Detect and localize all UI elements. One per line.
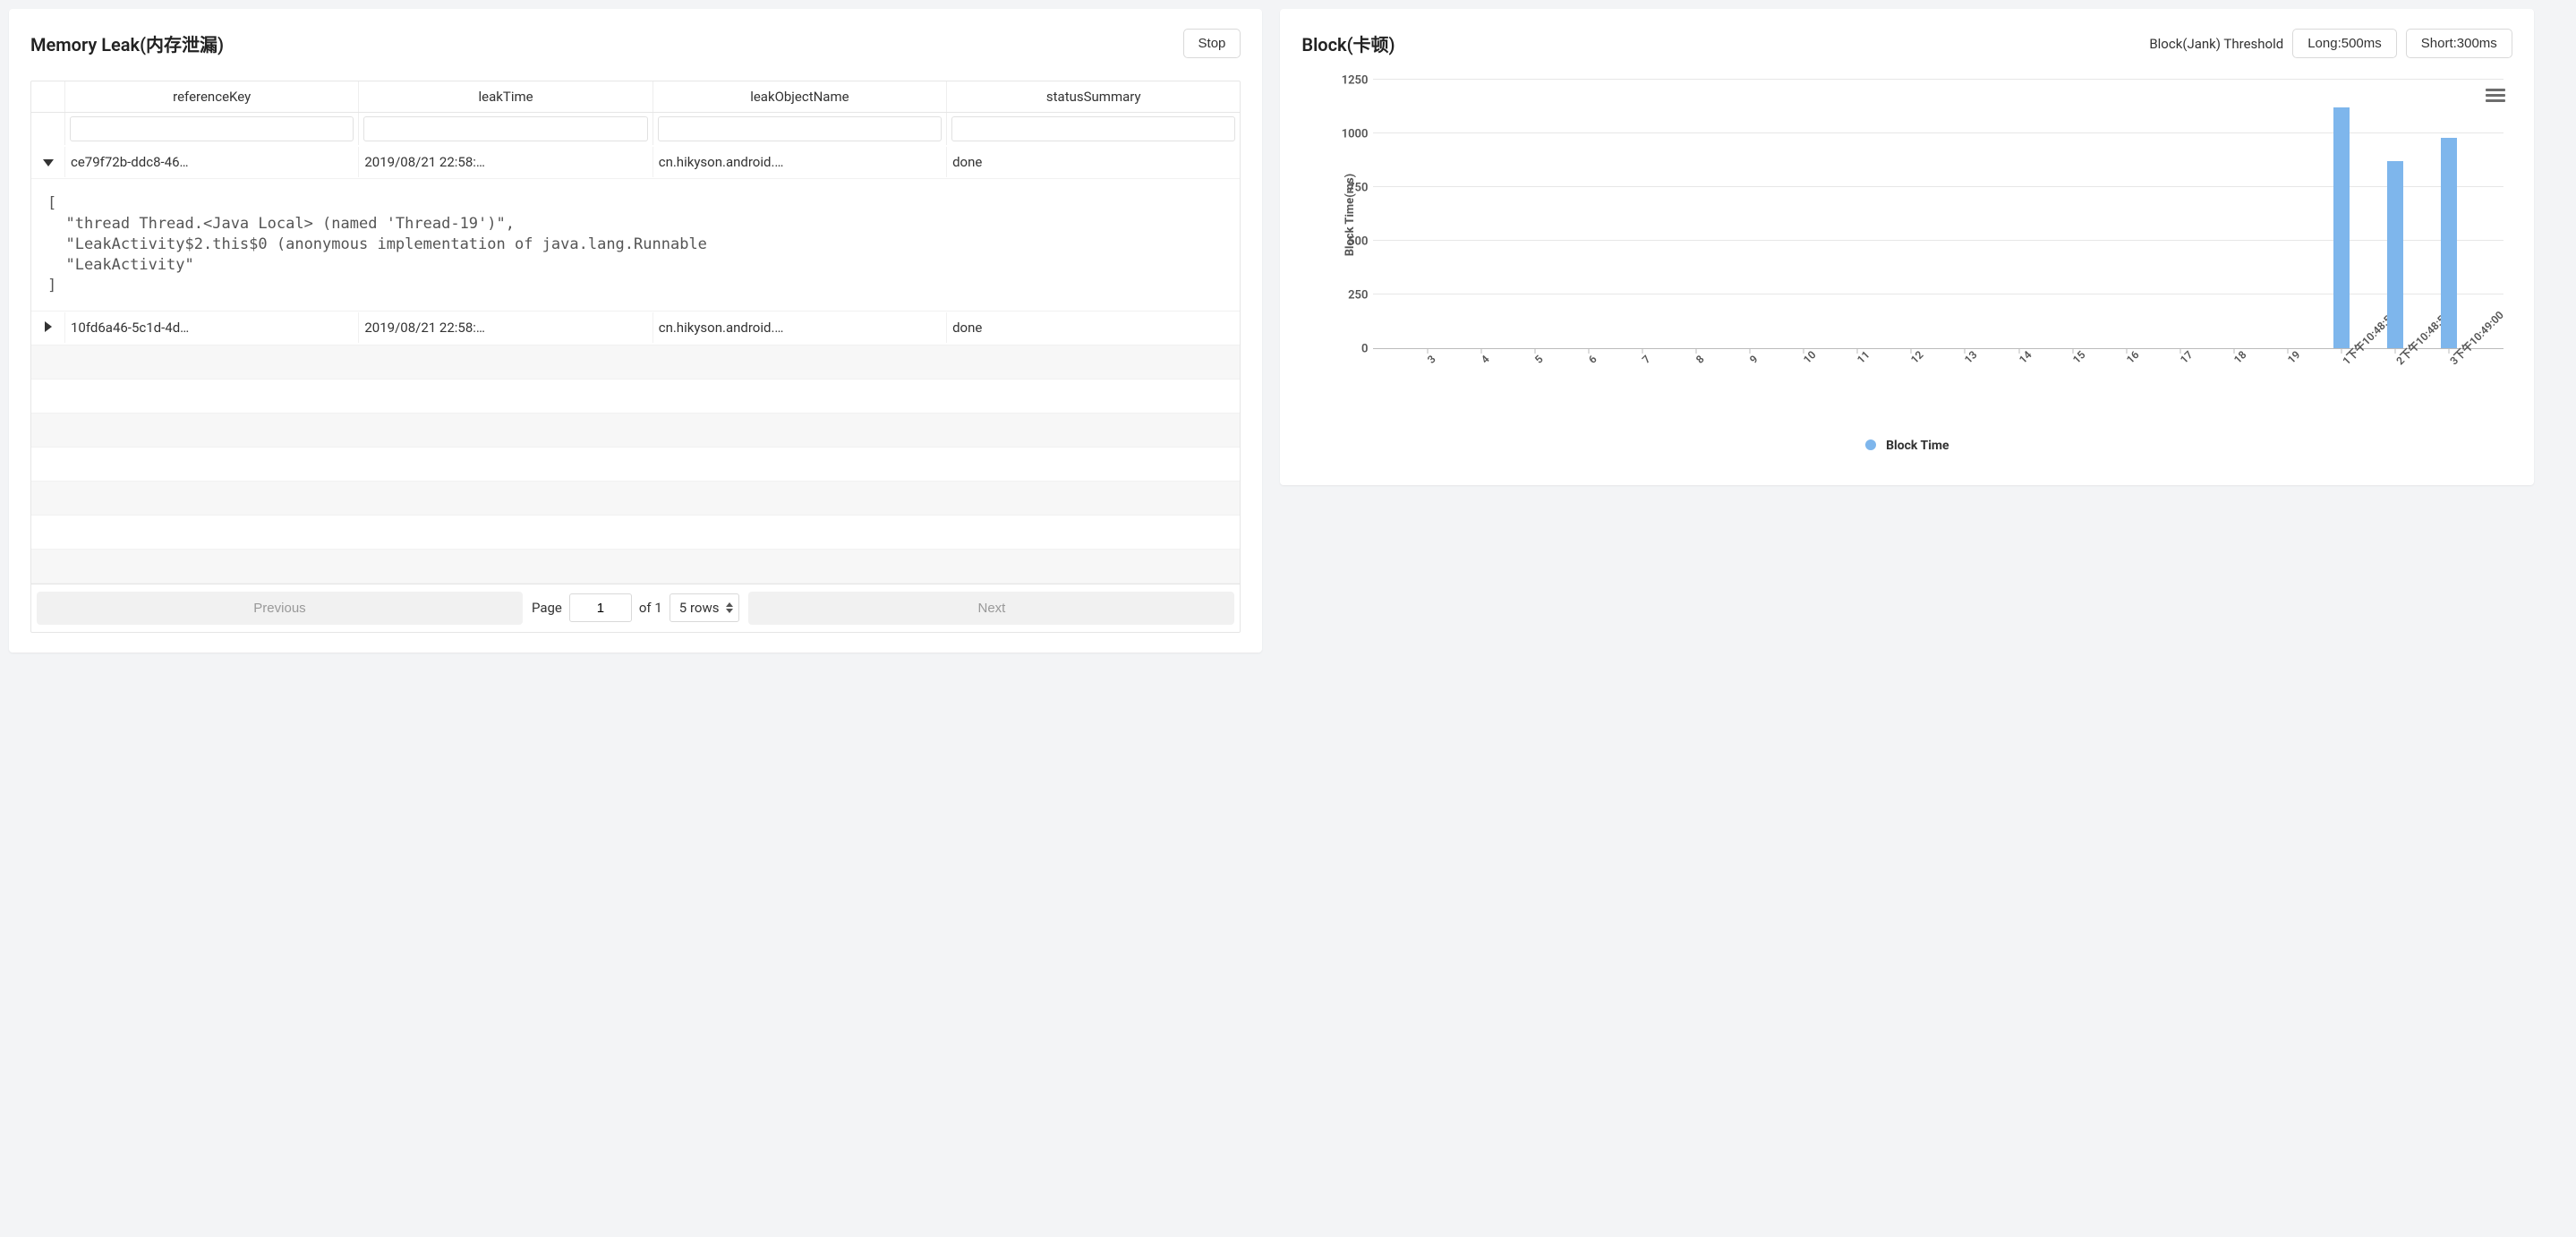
- block-chart: Block Time(ms) 025050075010001250 345678…: [1301, 81, 2512, 465]
- filter-referenceKey-cell: [65, 113, 359, 145]
- memory-leak-title: Memory Leak(内存泄漏): [30, 30, 224, 56]
- x-tick-label: 5: [1532, 353, 1546, 366]
- table-row: 10fd6a46-5c1d-4d…2019/08/21 22:58:…cn.hi…: [31, 311, 1240, 346]
- bar[interactable]: [2333, 107, 2350, 348]
- column-header-leakObjectName[interactable]: leakObjectName: [653, 81, 947, 112]
- cell-statusSummary: done: [947, 147, 1240, 177]
- row-expanded-detail: [ "thread Thread.<Java Local> (named 'Th…: [31, 179, 1240, 311]
- cell-leakObjectName: cn.hikyson.android.…: [653, 312, 947, 343]
- threshold-short-button[interactable]: Short:300ms: [2406, 29, 2512, 58]
- gridline: [1373, 79, 2503, 80]
- filter-expander-spacer: [31, 113, 65, 145]
- y-axis: 025050075010001250: [1328, 81, 1373, 349]
- table-row-empty: [31, 482, 1240, 516]
- block-title: Block(卡顿): [1301, 30, 1395, 56]
- y-tick-label: 750: [1348, 182, 1368, 195]
- cell-referenceKey: 10fd6a46-5c1d-4d…: [65, 312, 359, 343]
- page-of-label: of 1: [639, 600, 662, 616]
- y-tick-label: 0: [1361, 343, 1368, 356]
- table-row-empty: [31, 380, 1240, 414]
- column-header-expander: [31, 81, 65, 112]
- stop-button[interactable]: Stop: [1183, 29, 1241, 58]
- leak-trace-text: [ "thread Thread.<Java Local> (named 'Th…: [31, 179, 1240, 311]
- select-caret-icon: [726, 602, 733, 613]
- x-tick: [2018, 348, 2019, 354]
- row-expander[interactable]: [31, 312, 65, 343]
- page-indicator: Page of 1 5 rows: [532, 593, 740, 622]
- plot: 3456789101112131415161718191下午10:48:532下…: [1373, 81, 2503, 349]
- x-tick-label: 4: [1479, 353, 1492, 366]
- memory-leak-table: referenceKey leakTime leakObjectName sta…: [30, 81, 1241, 633]
- threshold-long-button[interactable]: Long:500ms: [2292, 29, 2397, 58]
- filter-referenceKey-input[interactable]: [70, 116, 354, 141]
- y-tick-label: 1250: [1342, 74, 1369, 88]
- cell-leakObjectName: cn.hikyson.android.…: [653, 147, 947, 177]
- x-tick-label: 3: [1425, 353, 1438, 366]
- page-number-input[interactable]: [569, 593, 632, 622]
- column-header-statusSummary[interactable]: statusSummary: [947, 81, 1240, 112]
- rows-select-value: 5 rows: [679, 600, 720, 616]
- memory-leak-header: Memory Leak(内存泄漏) Stop: [30, 29, 1241, 58]
- x-tick-label: 7: [1640, 353, 1653, 366]
- cell-leakTime: 2019/08/21 22:58:…: [359, 312, 653, 343]
- table-body: ce79f72b-ddc8-46…2019/08/21 22:58:…cn.hi…: [31, 145, 1240, 584]
- x-tick-label: 8: [1693, 353, 1707, 366]
- filter-leakTime-cell: [359, 113, 653, 145]
- table-row: ce79f72b-ddc8-46…2019/08/21 22:58:…cn.hi…: [31, 145, 1240, 179]
- chevron-down-icon: [43, 159, 54, 166]
- filter-leakObjectName-cell: [653, 113, 947, 145]
- filter-statusSummary-input[interactable]: [951, 116, 1235, 141]
- previous-page-button[interactable]: Previous: [37, 592, 523, 625]
- row-expander[interactable]: [31, 147, 65, 177]
- bar[interactable]: [2441, 138, 2457, 348]
- y-tick-label: 1000: [1342, 128, 1369, 141]
- threshold-label: Block(Jank) Threshold: [2149, 36, 2283, 52]
- y-tick-label: 500: [1348, 235, 1368, 249]
- y-tick-label: 250: [1348, 289, 1368, 303]
- table-row-empty: [31, 550, 1240, 584]
- table-row-empty: [31, 448, 1240, 482]
- column-header-referenceKey[interactable]: referenceKey: [65, 81, 359, 112]
- memory-leak-card: Memory Leak(内存泄漏) Stop referenceKey leak…: [9, 9, 1262, 653]
- chart-plot-area: Block Time(ms) 025050075010001250 345678…: [1373, 81, 2503, 349]
- table-filter-row: [31, 113, 1240, 145]
- next-page-button[interactable]: Next: [748, 592, 1234, 625]
- table-row-empty: [31, 346, 1240, 380]
- block-card: Block(卡顿) Block(Jank) Threshold Long:500…: [1280, 9, 2533, 485]
- legend-label: Block Time: [1886, 439, 1949, 453]
- chevron-right-icon: [45, 321, 52, 332]
- chart-legend: Block Time: [1301, 439, 2512, 453]
- rows-per-page-select[interactable]: 5 rows: [670, 593, 740, 622]
- cell-referenceKey: ce79f72b-ddc8-46…: [65, 147, 359, 177]
- cell-leakTime: 2019/08/21 22:58:…: [359, 147, 653, 177]
- bar[interactable]: [2387, 161, 2403, 348]
- table-row-empty: [31, 516, 1240, 550]
- filter-leakObjectName-input[interactable]: [658, 116, 942, 141]
- column-header-leakTime[interactable]: leakTime: [359, 81, 653, 112]
- filter-statusSummary-cell: [947, 113, 1240, 145]
- x-tick-label: 9: [1747, 353, 1761, 366]
- table-header-row: referenceKey leakTime leakObjectName sta…: [31, 81, 1240, 113]
- table-pagination: Previous Page of 1 5 rows Next: [31, 584, 1240, 632]
- table-row-empty: [31, 414, 1240, 448]
- block-header: Block(卡顿) Block(Jank) Threshold Long:500…: [1301, 29, 2512, 58]
- legend-color-dot: [1865, 439, 1876, 450]
- x-tick: [1427, 348, 1428, 354]
- cell-statusSummary: done: [947, 312, 1240, 343]
- filter-leakTime-input[interactable]: [363, 116, 647, 141]
- x-tick-label: 6: [1586, 353, 1599, 366]
- page-label: Page: [532, 600, 562, 616]
- threshold-controls: Block(Jank) Threshold Long:500ms Short:3…: [2149, 29, 2512, 58]
